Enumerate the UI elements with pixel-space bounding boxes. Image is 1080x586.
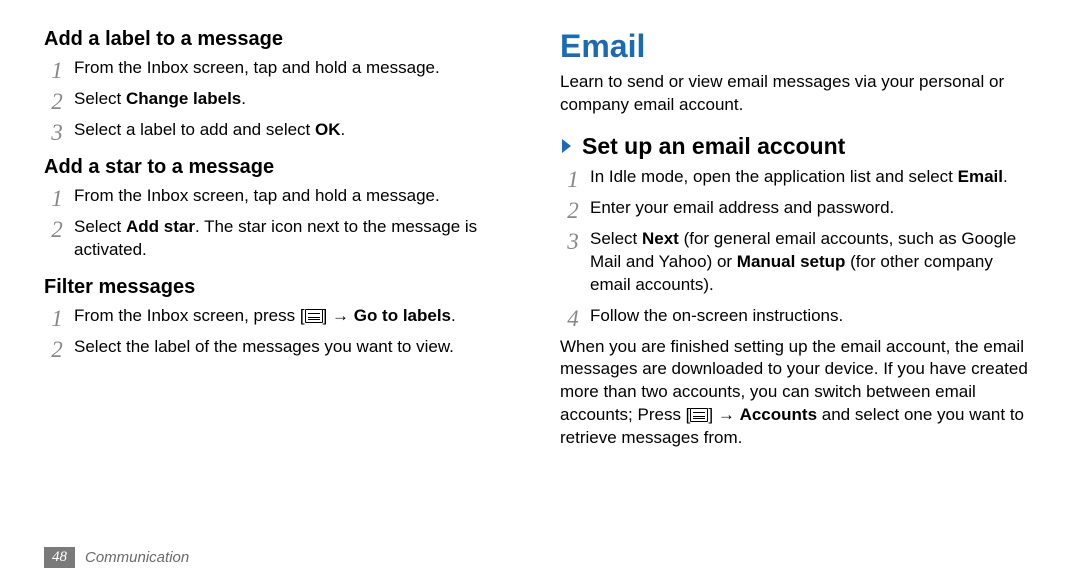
bold: Go to labels — [354, 306, 451, 325]
bold: OK — [315, 120, 341, 139]
step-text: . — [341, 120, 346, 139]
step-text: Select — [590, 229, 642, 248]
page-number: 48 — [44, 547, 75, 568]
page-footer: 48 Communication — [44, 547, 189, 568]
step-text: Select — [74, 89, 126, 108]
step: From the Inbox screen, tap and hold a me… — [44, 57, 520, 80]
step-text: From the Inbox screen, tap and hold a me… — [74, 186, 440, 205]
heading-filter-messages: Filter messages — [44, 276, 520, 299]
step: Select the label of the messages you wan… — [44, 336, 520, 359]
step: From the Inbox screen, press [ ] → Go to … — [44, 305, 520, 328]
bold: Add star — [126, 217, 195, 236]
step-text: ] → — [323, 306, 354, 325]
step: From the Inbox screen, tap and hold a me… — [44, 185, 520, 208]
step: Enter your email address and password. — [560, 197, 1036, 220]
step-text: Select a label to add and select — [74, 120, 315, 139]
step-text: . — [241, 89, 246, 108]
steps-add-star: From the Inbox screen, tap and hold a me… — [44, 185, 520, 262]
steps-setup-account: In Idle mode, open the application list … — [560, 166, 1036, 328]
step: Select Next (for general email accounts,… — [560, 228, 1036, 297]
section-name: Communication — [85, 549, 189, 566]
step-text: Select the label of the messages you wan… — [74, 337, 454, 356]
step-text: Follow the on-screen instructions. — [590, 306, 843, 325]
step-text: Enter your email address and password. — [590, 198, 894, 217]
step-text: From the Inbox screen, tap and hold a me… — [74, 58, 440, 77]
step: Select Change labels. — [44, 88, 520, 111]
bold: Email — [958, 167, 1003, 186]
step-text: Select — [74, 217, 126, 236]
heading-setup-account: Set up an email account — [560, 133, 1036, 160]
bold: Manual setup — [737, 252, 846, 271]
bold: Accounts — [740, 405, 817, 424]
step: Select Add star. The star icon next to t… — [44, 216, 520, 262]
heading-text: Set up an email account — [582, 133, 845, 160]
step-text: . — [451, 306, 456, 325]
chevron-right-icon — [560, 137, 574, 155]
menu-icon — [690, 408, 708, 422]
bold: Change labels — [126, 89, 241, 108]
heading-add-label: Add a label to a message — [44, 28, 520, 51]
left-column: Add a label to a message From the Inbox … — [44, 28, 520, 456]
heading-email: Email — [560, 28, 1036, 65]
step-text: In Idle mode, open the application list … — [590, 167, 958, 186]
step-text: . — [1003, 167, 1008, 186]
outro-text: When you are finished setting up the ema… — [560, 336, 1036, 451]
right-column: Email Learn to send or view email messag… — [560, 28, 1036, 456]
step: Select a label to add and select OK. — [44, 119, 520, 142]
step-text: From the Inbox screen, press [ — [74, 306, 305, 325]
bold: Next — [642, 229, 679, 248]
step: Follow the on-screen instructions. — [560, 305, 1036, 328]
step: In Idle mode, open the application list … — [560, 166, 1036, 189]
heading-add-star: Add a star to a message — [44, 156, 520, 179]
menu-icon — [305, 309, 323, 323]
intro-text: Learn to send or view email messages via… — [560, 71, 1036, 117]
steps-add-label: From the Inbox screen, tap and hold a me… — [44, 57, 520, 142]
steps-filter-messages: From the Inbox screen, press [ ] → Go to … — [44, 305, 520, 359]
